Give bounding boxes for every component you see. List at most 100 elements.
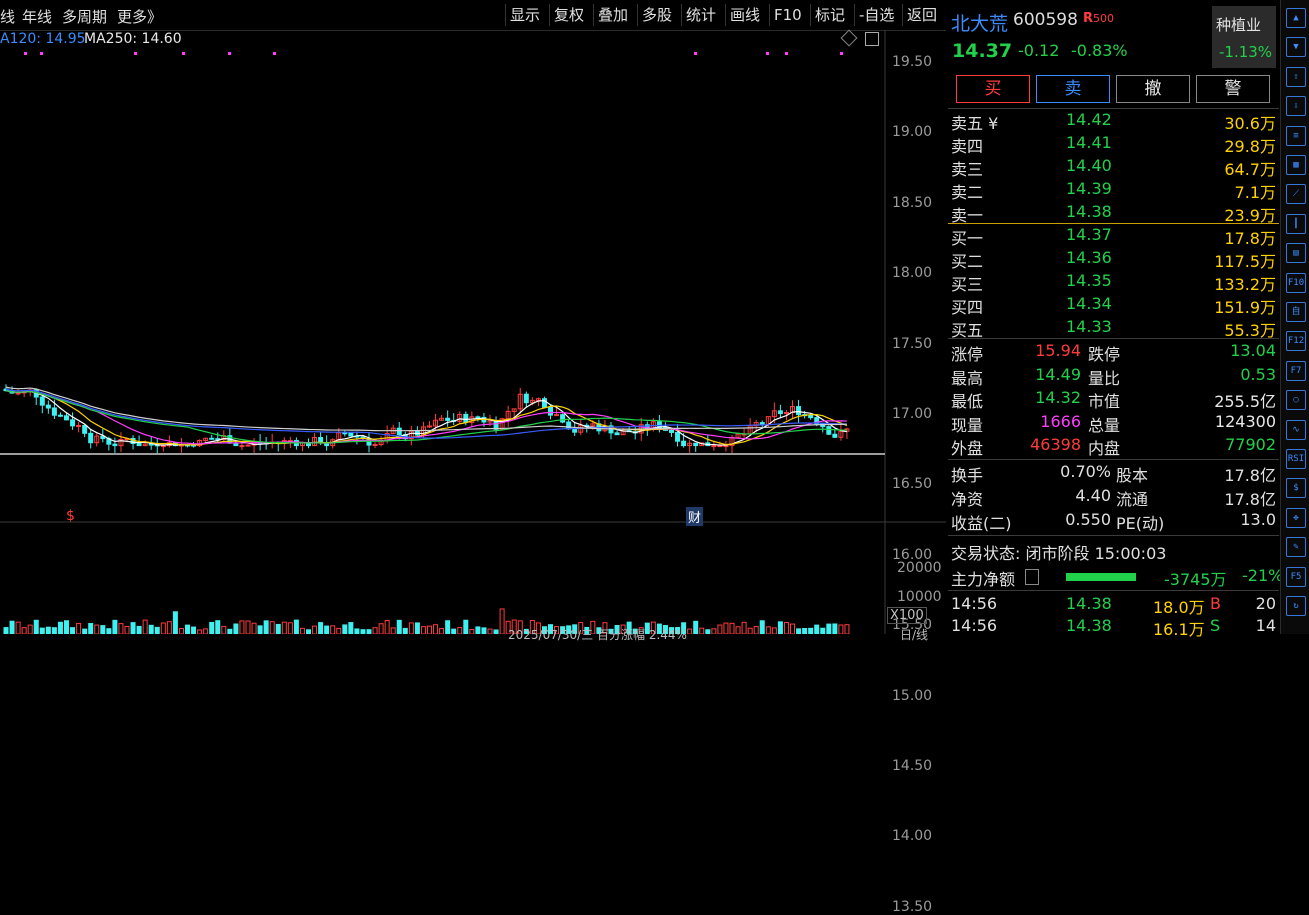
overlay-button[interactable]: 叠加 [593,4,632,26]
volume-bar [735,626,741,634]
volume-bar [39,627,45,634]
industry-name: 种植业 [1216,16,1262,34]
down-outline-arrow-icon[interactable]: ⇩ [1286,96,1306,117]
bid-3-price[interactable]: 14.35 [1066,271,1112,290]
volume-bar [76,622,82,634]
alert-button[interactable]: 警 [1196,75,1270,103]
bid-4-price[interactable]: 14.34 [1066,294,1112,313]
volume-bar [251,622,257,634]
main-flow-value: -3745万 [1164,570,1227,589]
rsi-icon[interactable]: RSI [1286,449,1306,469]
remove-watchlist-button[interactable]: -自选 [854,4,898,26]
pen-icon[interactable]: ✎ [1286,537,1306,558]
buy-button[interactable]: 买 [956,75,1030,103]
signal-dot [840,52,843,55]
circle-icon[interactable]: ○ [1286,390,1306,411]
volume-bar [336,627,342,634]
multi-stock-button[interactable]: 多股 [637,4,676,26]
ask-1-label: 卖五 ¥ [951,114,999,133]
display-button[interactable]: 显示 [505,4,544,26]
stat-2-l2: 市值 [1088,392,1121,411]
ask-3-price[interactable]: 14.40 [1066,156,1112,175]
stat-2-v2: 255.5亿 [1214,392,1276,411]
up-arrow-icon[interactable]: ▲ [1286,8,1306,28]
self-icon[interactable]: 自 [1286,302,1306,322]
volume-bar [287,622,293,634]
ask-2-price[interactable]: 14.41 [1066,133,1112,152]
volume-axis-20000: 20000 [897,560,942,576]
price-change-pct: -0.83% [1071,41,1128,60]
candle-body [45,404,51,409]
back-button[interactable]: 返回 [902,4,941,26]
candle-icon[interactable]: ┃ [1286,213,1306,234]
doc-icon[interactable] [1025,569,1039,585]
f10-button[interactable]: F10 [769,4,806,26]
bid-2-vol: 117.5万 [1214,252,1276,271]
up-outline-arrow-icon[interactable]: ⇧ [1286,66,1306,87]
volume-bar [777,621,783,634]
candle-body [76,424,82,427]
tab-year-line[interactable]: 年线 [22,6,52,27]
candle-body [70,419,76,427]
volume-bar [227,628,233,634]
volume-bar [390,627,396,634]
volume-bar [233,623,239,634]
industry-box[interactable]: 种植业 -1.13% [1212,6,1276,68]
tab-more[interactable]: 更多》 [117,6,162,27]
board-icon[interactable]: ▤ [1286,243,1306,264]
ask-1-price[interactable]: 14.42 [1066,110,1112,129]
f5-icon[interactable]: F5 [1286,566,1306,587]
line-chart-icon[interactable]: ⟋ [1286,184,1306,205]
candle-body [566,421,572,430]
sell-button[interactable]: 卖 [1036,75,1110,103]
bid-5-price[interactable]: 14.33 [1066,317,1112,336]
fund-2-l2: PE(动) [1116,514,1165,533]
down-arrow-icon[interactable]: ▼ [1286,37,1306,58]
f10-icon[interactable]: F10 [1286,272,1306,293]
tab-line[interactable]: 线 [0,6,15,27]
dollar-icon[interactable]: $ [1286,478,1306,499]
volume-bar [209,621,215,634]
move-icon[interactable]: ✥ [1286,507,1306,528]
volume-bar [378,623,384,634]
adjust-button[interactable]: 复权 [549,4,588,26]
volume-bar [215,620,221,634]
bid-2-price[interactable]: 14.36 [1066,248,1112,267]
volume-bar [94,624,100,634]
f12-icon[interactable]: F12 [1286,331,1306,352]
candle-body [64,415,69,421]
tick-0-vol: 18.0万 [1153,598,1205,617]
cancel-order-button[interactable]: 撤 [1116,75,1190,103]
wave-icon[interactable]: ∿ [1286,419,1306,440]
candle-body [88,432,94,444]
candle-body [826,426,832,435]
stats-button[interactable]: 统计 [681,4,720,26]
fund-2-v2: 13.0 [1240,510,1276,529]
price-axis-label: 14.50 [892,758,933,774]
icon-toolbar: ▲ ▼ ⇧ ⇩ ≡ ▦ ⟋ ┃ ▤ F10 自 F12 F7 ○ ∿ RSI $ ✥ ✎ F5 ↻ [1280,0,1309,634]
fund-0-l2: 股本 [1116,466,1149,485]
mark-button[interactable]: 标记 [810,4,849,26]
candle-body [82,424,88,434]
stat-4-l1: 外盘 [951,439,984,458]
volume-bar [771,627,777,634]
kline-chart[interactable] [0,30,946,634]
ask-5-price[interactable]: 14.38 [1066,202,1112,221]
list-icon[interactable]: ≡ [1286,125,1306,146]
stat-3-l1: 现量 [951,415,984,435]
price-axis-label: 19.50 [892,54,933,70]
finance-marker[interactable]: 财 [686,507,704,526]
volume-bar [832,623,838,634]
candle-body [136,443,142,447]
ask-4-price[interactable]: 14.39 [1066,179,1112,198]
refresh-icon[interactable]: ↻ [1286,596,1306,616]
grid-icon[interactable]: ▦ [1286,155,1306,175]
bid-1-price[interactable]: 14.37 [1066,225,1112,244]
tab-multi-period[interactable]: 多周期 [62,6,107,27]
draw-button[interactable]: 画线 [725,4,764,26]
dividend-marker[interactable]: $ [66,508,75,524]
candle-body [560,414,566,423]
volume-bar [312,625,318,634]
f7-icon[interactable]: F7 [1286,360,1306,381]
main-flow-label: 主力净额 [951,570,1016,589]
